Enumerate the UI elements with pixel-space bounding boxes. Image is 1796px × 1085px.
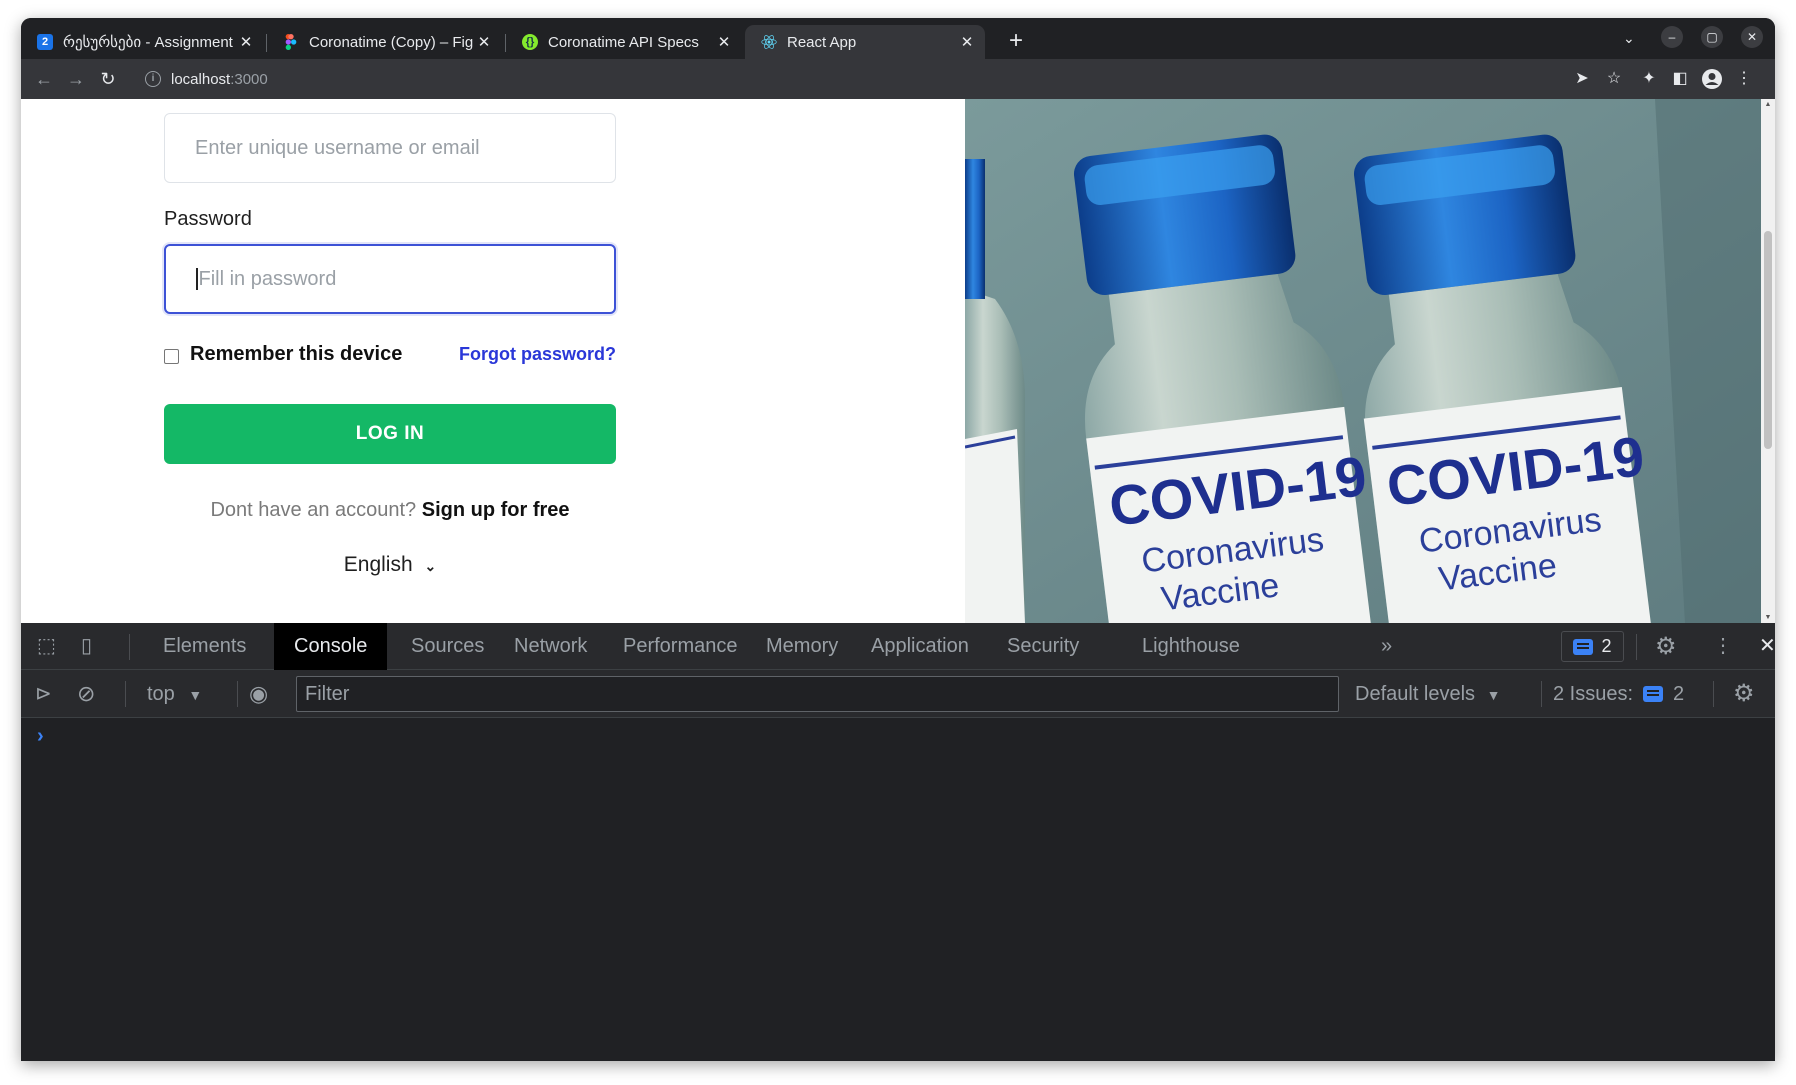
settings-gear-icon[interactable]: ⚙ <box>1655 623 1677 670</box>
tab-api-specs[interactable]: {} Coronatime API Specs ✕ <box>506 25 742 59</box>
classroom-icon: 2 <box>37 34 53 50</box>
figma-icon <box>283 34 299 50</box>
scroll-up-icon[interactable]: ▲ <box>1764 101 1772 108</box>
more-options-icon[interactable]: ⋮ <box>1713 623 1733 670</box>
signup-text: Dont have an account? <box>210 499 417 521</box>
language-value: English <box>343 553 413 576</box>
password-input[interactable]: Fill in password <box>164 244 616 314</box>
signup-prompt: Dont have an account? Sign up for free <box>164 499 616 522</box>
menu-kebab-icon[interactable]: ⋮ <box>1730 65 1758 93</box>
tab-security[interactable]: Security <box>987 623 1099 670</box>
scrollbar-thumb[interactable] <box>1764 231 1772 449</box>
vaccine-hero-image: COVID-19 Coronavirus Vaccine COVID-19 Co… <box>965 99 1761 623</box>
context-value: top <box>147 683 175 705</box>
address-bar[interactable]: i localhost:3000 <box>129 64 1569 94</box>
forward-icon[interactable]: → <box>62 65 90 93</box>
issues-count: 2 <box>1601 636 1612 656</box>
clear-console-icon[interactable]: ⊘ <box>77 670 95 718</box>
more-tabs-icon[interactable]: » <box>1381 623 1392 670</box>
tab-strip: 2 რესურსები - Assignment ✕ Coronatime (C… <box>21 18 1775 59</box>
chevron-down-icon: ⌄ <box>424 558 437 574</box>
close-tab-icon[interactable]: ✕ <box>957 33 977 51</box>
scroll-down-icon[interactable]: ▼ <box>1764 614 1772 621</box>
reload-icon[interactable]: ↻ <box>94 65 122 93</box>
tab-application[interactable]: Application <box>851 623 989 670</box>
tab-title: Coronatime API Specs <box>548 33 699 51</box>
dropdown-arrow-icon: ▼ <box>1486 687 1501 703</box>
tab-memory[interactable]: Memory <box>746 623 858 670</box>
tab-react-app[interactable]: React App ✕ <box>745 25 985 59</box>
issues-link[interactable]: 2 Issues: 2 <box>1553 670 1684 718</box>
react-icon <box>761 34 777 50</box>
site-info-icon[interactable]: i <box>145 71 161 87</box>
tab-elements[interactable]: Elements <box>143 623 266 670</box>
close-tab-icon[interactable]: ✕ <box>236 33 256 51</box>
signup-link[interactable]: Sign up for free <box>422 499 570 521</box>
devtools-panel: ⬚ ▯ Elements Console Sources Network Per… <box>21 623 1775 1061</box>
issues-badge[interactable]: 2 <box>1561 631 1624 662</box>
close-window-icon[interactable]: ✕ <box>1741 26 1763 48</box>
console-prompt-icon[interactable]: › <box>37 725 44 748</box>
inspect-element-icon[interactable]: ⬚ <box>37 623 56 670</box>
profile-avatar-icon[interactable] <box>1698 65 1726 93</box>
tab-lighthouse[interactable]: Lighthouse <box>1122 623 1260 670</box>
extensions-icon[interactable]: ✦ <box>1635 65 1663 93</box>
tab-network[interactable]: Network <box>494 623 607 670</box>
url-port: :3000 <box>230 70 268 88</box>
tab-sources[interactable]: Sources <box>391 623 504 670</box>
password-placeholder: Fill in password <box>198 267 337 290</box>
console-toolbar: ⊳ ⊘ top ▼ ◉ Filter Default levels ▼ 2 Is… <box>21 670 1775 718</box>
remember-checkbox[interactable] <box>164 349 179 364</box>
console-settings-gear-icon[interactable]: ⚙ <box>1733 670 1755 718</box>
close-devtools-icon[interactable]: ✕ <box>1759 623 1775 670</box>
send-icon[interactable]: ➤ <box>1568 65 1596 93</box>
tab-title: Coronatime (Copy) – Figma <box>309 33 474 51</box>
url-host: localhost <box>171 70 231 88</box>
maximize-icon[interactable]: ▢ <box>1701 26 1723 48</box>
remember-label: Remember this device <box>190 343 403 365</box>
text-caret <box>196 268 198 290</box>
username-placeholder: Enter unique username or email <box>195 136 480 159</box>
log-levels-value: Default levels <box>1355 683 1476 705</box>
swagger-icon: {} <box>522 34 538 50</box>
issues-label: 2 Issues: <box>1553 683 1634 705</box>
username-input[interactable]: Enter unique username or email <box>164 113 616 183</box>
tab-figma[interactable]: Coronatime (Copy) – Figma ✕ <box>267 25 502 59</box>
tab-title: React App <box>787 33 857 51</box>
sidebar-toggle-icon[interactable]: ⊳ <box>35 670 52 718</box>
new-tab-button[interactable]: + <box>1003 28 1029 54</box>
context-select[interactable]: top ▼ <box>147 670 202 719</box>
tab-assignment[interactable]: 2 რესურსები - Assignment ✕ <box>21 25 264 59</box>
bookmark-star-icon[interactable]: ☆ <box>1600 65 1628 93</box>
message-icon <box>1643 686 1664 702</box>
live-expression-eye-icon[interactable]: ◉ <box>249 670 268 718</box>
language-select[interactable]: English ⌄ <box>164 553 616 577</box>
tab-performance[interactable]: Performance <box>603 623 758 670</box>
log-levels-select[interactable]: Default levels ▼ <box>1355 670 1500 719</box>
close-tab-icon[interactable]: ✕ <box>714 33 734 51</box>
browser-toolbar: ← → ↻ i localhost:3000 ➤ ☆ ✦ ◧ ⋮ <box>21 59 1775 99</box>
console-filter-input[interactable]: Filter <box>296 676 1339 712</box>
message-icon <box>1573 638 1594 655</box>
issues-bar-count: 2 <box>1673 683 1685 705</box>
forgot-password-link[interactable]: Forgot password? <box>459 344 616 365</box>
close-tab-icon[interactable]: ✕ <box>474 33 494 51</box>
page-scrollbar[interactable]: ▲ ▼ <box>1761 99 1775 623</box>
tab-console[interactable]: Console <box>274 623 388 670</box>
tab-title: რესურსები - Assignment <box>63 34 233 51</box>
side-panel-icon[interactable]: ◧ <box>1666 65 1694 93</box>
tab-search-icon[interactable]: ⌄ <box>1623 30 1635 47</box>
devtools-tabbar: ⬚ ▯ Elements Console Sources Network Per… <box>21 623 1775 670</box>
login-button[interactable]: LOG IN <box>164 404 616 464</box>
browser-window: 2 რესურსები - Assignment ✕ Coronatime (C… <box>21 18 1775 1061</box>
password-label: Password <box>164 208 252 230</box>
device-toolbar-icon[interactable]: ▯ <box>81 623 92 670</box>
back-icon[interactable]: ← <box>30 65 58 93</box>
page-viewport: Enter unique username or email Password … <box>21 99 1775 623</box>
dropdown-arrow-icon: ▼ <box>188 687 203 703</box>
minimize-icon[interactable]: – <box>1661 26 1683 48</box>
